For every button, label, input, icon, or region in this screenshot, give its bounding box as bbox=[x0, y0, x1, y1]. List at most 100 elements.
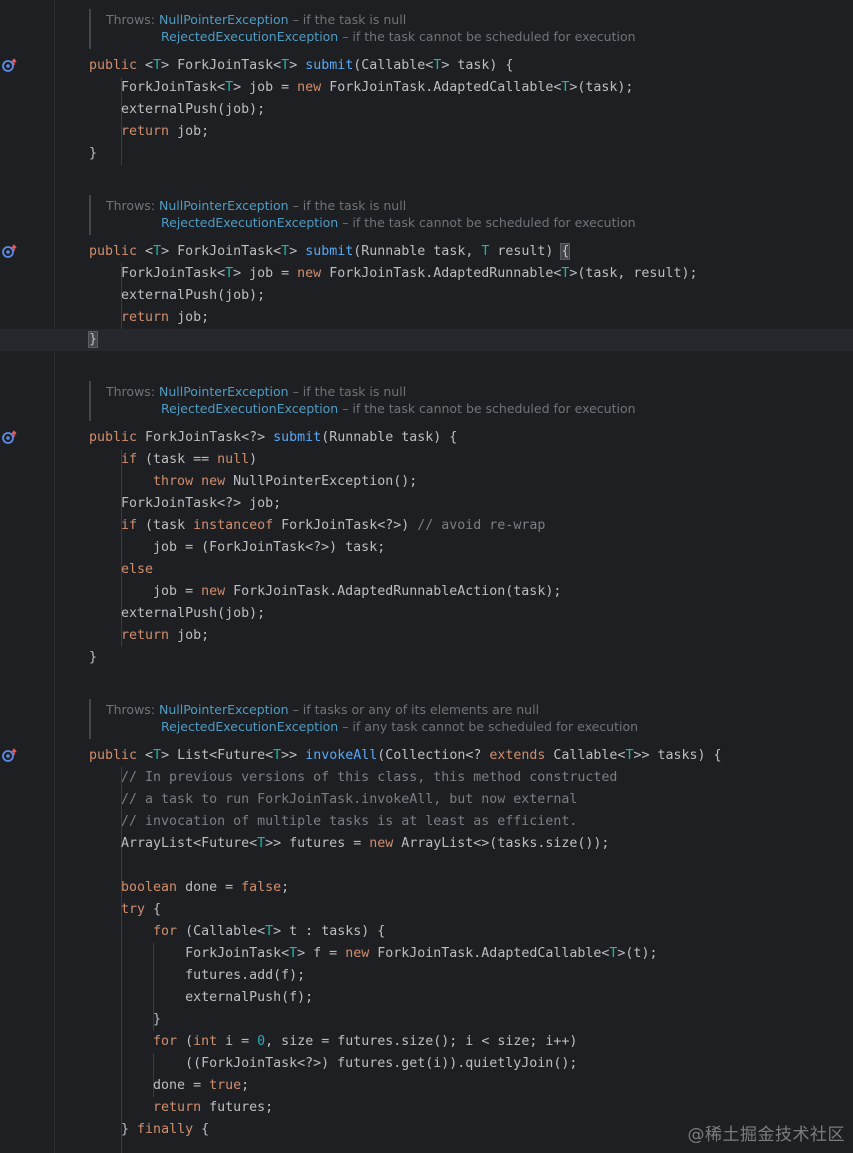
code-line[interactable]: ForkJoinTask<?> job; bbox=[0, 493, 853, 515]
exception-link[interactable]: NullPointerException bbox=[159, 198, 289, 213]
code-token: >(task); bbox=[569, 80, 634, 95]
code-text: ForkJoinTask<T> f = new ForkJoinTask.Ada… bbox=[89, 943, 657, 965]
code-token: T bbox=[225, 266, 234, 281]
code-token: > ForkJoinTask< bbox=[161, 58, 282, 73]
code-token: return bbox=[89, 628, 178, 643]
code-line[interactable]: if (task == null) bbox=[0, 449, 853, 471]
code-text: for (Callable<T> t : tasks) { bbox=[89, 921, 385, 943]
code-line[interactable]: job = (ForkJoinTask<?>) task; bbox=[0, 537, 853, 559]
code-line[interactable]: ForkJoinTask<T> f = new ForkJoinTask.Ada… bbox=[0, 943, 853, 965]
code-line[interactable]: ForkJoinTask<T> job = new ForkJoinTask.A… bbox=[0, 77, 853, 99]
exception-description: – if the task cannot be scheduled for ex… bbox=[338, 401, 636, 416]
code-line[interactable]: ((ForkJoinTask<?>) futures.get(i)).quiet… bbox=[0, 1053, 853, 1075]
code-token: >> tasks) { bbox=[633, 748, 722, 763]
code-line[interactable]: for (Callable<T> t : tasks) { bbox=[0, 921, 853, 943]
code-text: externalPush(job); bbox=[89, 603, 265, 625]
code-token: >(t); bbox=[617, 946, 658, 961]
code-token: } bbox=[89, 1012, 162, 1027]
code-line[interactable]: throw new NullPointerException(); bbox=[0, 471, 853, 493]
code-line[interactable]: public <T> List<Future<T>> invokeAll(Col… bbox=[0, 745, 853, 767]
code-token: externalPush(job); bbox=[89, 102, 266, 117]
code-token: throw new bbox=[89, 474, 234, 489]
code-line[interactable]: public <T> ForkJoinTask<T> submit(Callab… bbox=[0, 55, 853, 77]
exception-link[interactable]: RejectedExecutionException bbox=[161, 215, 338, 230]
code-text: // In previous versions of this class, t… bbox=[89, 767, 617, 789]
code-line[interactable]: } bbox=[0, 143, 853, 165]
code-token: } bbox=[89, 650, 98, 665]
exception-description: – if tasks or any of its elements are nu… bbox=[288, 702, 540, 717]
code-line[interactable]: if (task instanceof ForkJoinTask<?>) // … bbox=[0, 515, 853, 537]
javadoc-throws-entry: RejectedExecutionException – if the task… bbox=[161, 215, 636, 231]
code-text: externalPush(job); bbox=[89, 285, 265, 307]
code-line[interactable]: try { bbox=[0, 899, 853, 921]
code-line[interactable]: externalPush(f); bbox=[0, 987, 853, 1009]
code-token: > job = bbox=[233, 80, 298, 95]
code-token: finally bbox=[137, 1122, 202, 1137]
code-token: futures.add(f); bbox=[89, 968, 306, 983]
code-line[interactable]: return job; bbox=[0, 625, 853, 647]
code-token: T bbox=[153, 244, 162, 259]
code-line[interactable]: job = new ForkJoinTask.AdaptedRunnableAc… bbox=[0, 581, 853, 603]
code-text: job = new ForkJoinTask.AdaptedRunnableAc… bbox=[89, 581, 561, 603]
code-line[interactable]: public ForkJoinTask<?> submit(Runnable t… bbox=[0, 427, 853, 449]
code-token: // avoid re-wrap bbox=[417, 518, 546, 533]
code-token: return bbox=[89, 310, 178, 325]
code-text: ForkJoinTask<?> job; bbox=[89, 493, 281, 515]
code-text: throw new NullPointerException(); bbox=[89, 471, 417, 493]
code-text: public <T> ForkJoinTask<T> submit(Callab… bbox=[89, 55, 513, 77]
code-line[interactable]: public <T> ForkJoinTask<T> submit(Runnab… bbox=[0, 241, 853, 263]
code-line[interactable]: futures.add(f); bbox=[0, 965, 853, 987]
code-token: job; bbox=[177, 628, 210, 643]
code-token: result) bbox=[489, 244, 562, 259]
code-token: > ForkJoinTask< bbox=[161, 244, 282, 259]
code-text: } bbox=[89, 1009, 161, 1031]
code-line[interactable]: // invocation of multiple tasks is at le… bbox=[0, 811, 853, 833]
code-line[interactable] bbox=[0, 855, 853, 877]
code-token: >(task, result); bbox=[569, 266, 698, 281]
code-token: done = bbox=[185, 880, 242, 895]
code-line[interactable]: externalPush(job); bbox=[0, 99, 853, 121]
exception-link[interactable]: NullPointerException bbox=[159, 702, 289, 717]
code-token: public bbox=[89, 430, 146, 445]
code-line[interactable]: externalPush(job); bbox=[0, 285, 853, 307]
exception-description: – if the task is null bbox=[288, 198, 407, 213]
code-line[interactable]: return futures; bbox=[0, 1097, 853, 1119]
code-line[interactable]: // In previous versions of this class, t… bbox=[0, 767, 853, 789]
code-line[interactable]: } bbox=[0, 647, 853, 669]
code-token: for bbox=[89, 1034, 186, 1049]
code-line[interactable]: } bbox=[0, 1009, 853, 1031]
code-line[interactable]: ForkJoinTask<T> job = new ForkJoinTask.A… bbox=[0, 263, 853, 285]
exception-link[interactable]: RejectedExecutionException bbox=[161, 29, 338, 44]
exception-link[interactable]: RejectedExecutionException bbox=[161, 719, 338, 734]
code-text: try { bbox=[89, 899, 161, 921]
code-text: } bbox=[89, 647, 97, 669]
code-line[interactable]: for (int i = 0, size = futures.size(); i… bbox=[0, 1031, 853, 1053]
code-token: Callable< bbox=[553, 748, 626, 763]
code-line[interactable]: return job; bbox=[0, 121, 853, 143]
code-line[interactable]: done = true; bbox=[0, 1075, 853, 1097]
code-line[interactable]: externalPush(job); bbox=[0, 603, 853, 625]
javadoc-throws-entry: RejectedExecutionException – if the task… bbox=[161, 401, 636, 417]
code-token: // a task to run ForkJoinTask.invokeAll,… bbox=[89, 792, 578, 807]
code-line[interactable]: else bbox=[0, 559, 853, 581]
code-token: > bbox=[289, 244, 306, 259]
code-text: else bbox=[89, 559, 153, 581]
exception-link[interactable]: NullPointerException bbox=[159, 12, 289, 27]
javadoc-throws-entry: Throws: NullPointerException – if the ta… bbox=[106, 384, 406, 400]
code-line[interactable]: return job; bbox=[0, 307, 853, 329]
exception-link[interactable]: RejectedExecutionException bbox=[161, 401, 338, 416]
javadoc-throws-entry: RejectedExecutionException – if any task… bbox=[161, 719, 638, 735]
exception-description: – if the task is null bbox=[288, 12, 407, 27]
code-line[interactable]: ArrayList<Future<T>> futures = new Array… bbox=[0, 833, 853, 855]
code-token: 0 bbox=[257, 1034, 266, 1049]
code-line[interactable]: } bbox=[0, 329, 853, 351]
exception-description: – if the task cannot be scheduled for ex… bbox=[338, 29, 636, 44]
code-line[interactable]: // a task to run ForkJoinTask.invokeAll,… bbox=[0, 789, 853, 811]
exception-link[interactable]: NullPointerException bbox=[159, 384, 289, 399]
code-text: externalPush(job); bbox=[89, 99, 265, 121]
code-editor[interactable]: Throws: NullPointerException – if the ta… bbox=[0, 0, 853, 1153]
matched-brace: { bbox=[560, 243, 571, 260]
code-line[interactable]: boolean done = false; bbox=[0, 877, 853, 899]
code-token: T bbox=[273, 748, 282, 763]
javadoc-throws-entry: Throws: NullPointerException – if the ta… bbox=[106, 12, 406, 28]
